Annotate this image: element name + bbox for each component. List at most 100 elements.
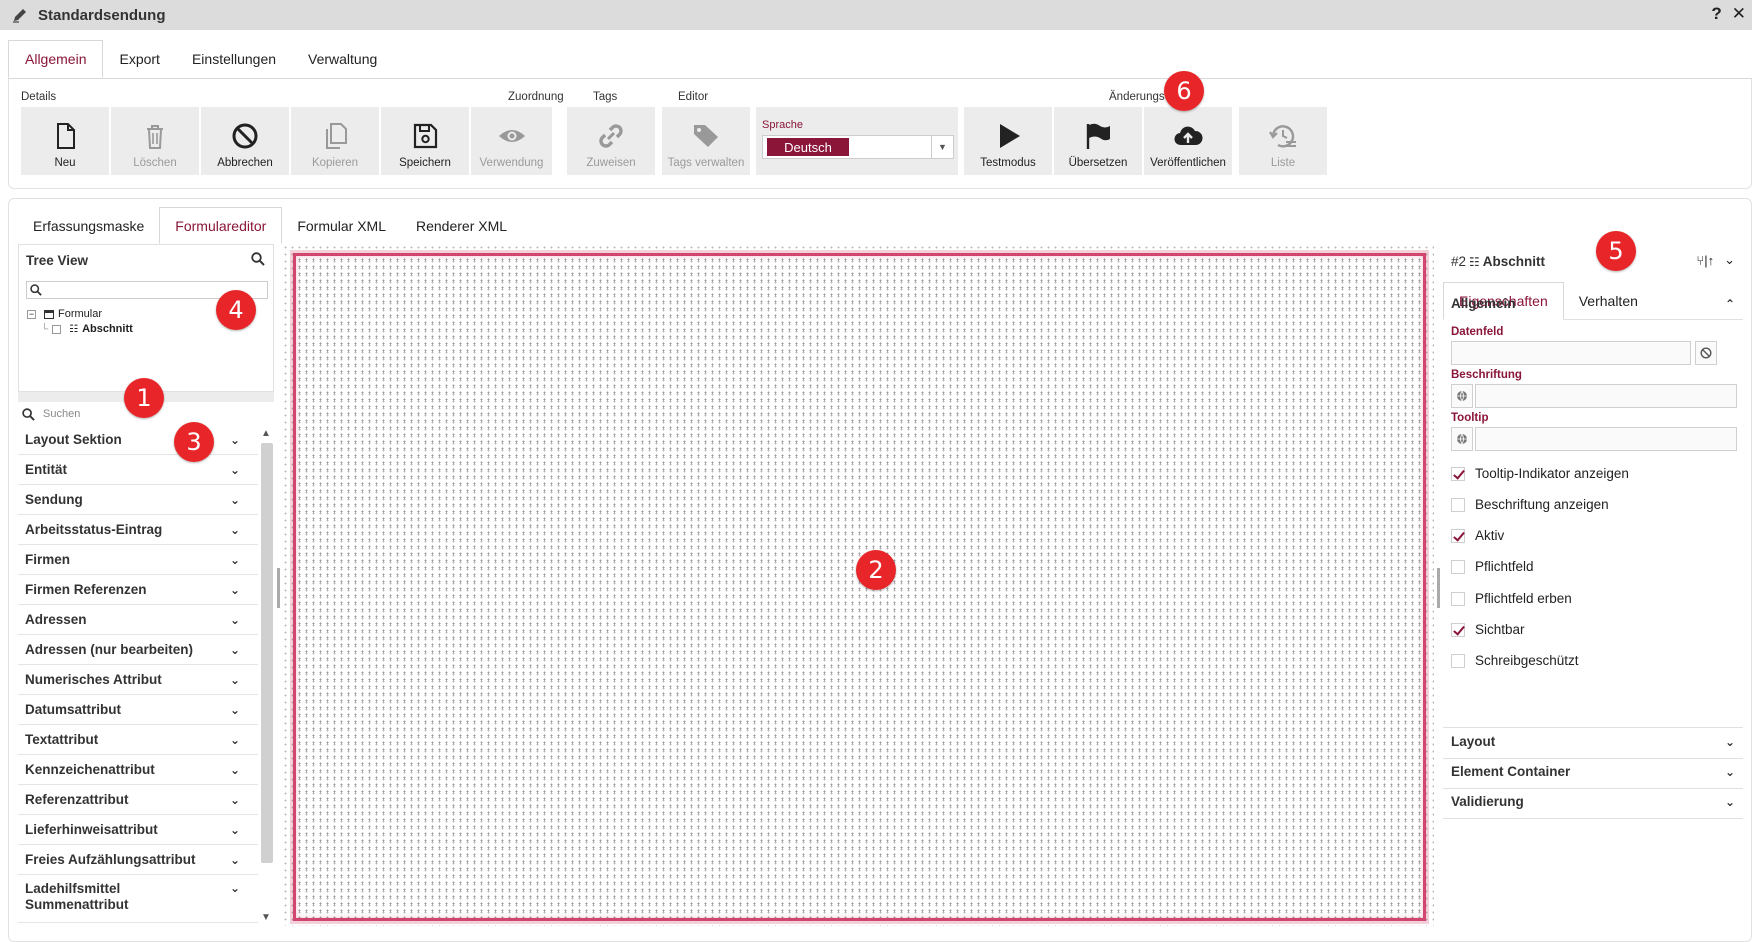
globe-icon[interactable] bbox=[1451, 427, 1473, 451]
palette-item[interactable]: Textattribut ⌄ bbox=[18, 725, 258, 755]
testmodus-button[interactable]: Testmodus bbox=[964, 107, 1053, 175]
palette-item[interactable]: Datumsattribut ⌄ bbox=[18, 695, 258, 725]
tree-node-abschnitt[interactable]: └ ☷ Abschnitt bbox=[41, 323, 133, 335]
collapse-icon[interactable]: − bbox=[27, 309, 36, 319]
tooltip-input[interactable] bbox=[1475, 427, 1737, 451]
palette-item[interactable]: Numerisches Attribut ⌄ bbox=[18, 665, 258, 695]
clear-icon[interactable] bbox=[1695, 341, 1717, 365]
tooltip-label: Tooltip bbox=[1451, 412, 1489, 424]
chevron-down-icon[interactable]: ▼ bbox=[261, 912, 271, 923]
chevron-down-icon: ⌄ bbox=[1724, 794, 1735, 809]
link-icon bbox=[599, 124, 623, 148]
chevron-down-icon[interactable]: ⌄ bbox=[1724, 252, 1735, 268]
left-resize-handle[interactable] bbox=[277, 568, 280, 608]
search-icon bbox=[30, 284, 42, 296]
palette-scrollbar[interactable]: ▲ ▼ bbox=[258, 425, 274, 925]
tab-allgemein[interactable]: Allgemein bbox=[8, 40, 104, 78]
globe-icon[interactable] bbox=[1451, 384, 1473, 408]
tree-node-formular[interactable]: − Formular bbox=[27, 308, 102, 320]
checkbox[interactable] bbox=[1451, 653, 1465, 668]
palette-item[interactable]: Adressen (nur bearbeiten) ⌄ bbox=[18, 635, 258, 665]
checkbox[interactable] bbox=[1451, 466, 1465, 481]
palette-item[interactable]: Kennzeichenattribut ⌄ bbox=[18, 755, 258, 785]
palette-item[interactable]: Freies Aufzählungsattribut ⌄ bbox=[18, 845, 258, 875]
sprache-value: Deutsch bbox=[767, 138, 849, 156]
palette-item[interactable]: Lieferhinweisattribut ⌄ bbox=[18, 815, 258, 845]
verwendung-button[interactable]: Verwendung bbox=[471, 107, 553, 175]
section-element-container[interactable]: Element Container ⌄ bbox=[1451, 764, 1735, 779]
section-divider bbox=[1443, 788, 1743, 789]
tab-formular-xml[interactable]: Formular XML bbox=[282, 207, 401, 244]
speichern-button[interactable]: Speichern bbox=[381, 107, 470, 175]
chevron-down-icon: ⌄ bbox=[229, 432, 240, 447]
tab-export[interactable]: Export bbox=[103, 40, 175, 78]
beschriftung-input[interactable] bbox=[1475, 384, 1737, 408]
checkbox-icon[interactable] bbox=[52, 324, 62, 334]
chevron-down-icon: ⌄ bbox=[1724, 764, 1735, 779]
liste-button[interactable]: Liste bbox=[1239, 107, 1328, 175]
help-icon[interactable]: ? bbox=[1711, 4, 1721, 24]
datenfeld-label: Datenfeld bbox=[1451, 326, 1504, 338]
branch-up-icon[interactable]: ⑂|↑ bbox=[1696, 253, 1714, 268]
chevron-down-icon: ⌄ bbox=[229, 852, 240, 867]
datenfeld-input[interactable] bbox=[1451, 341, 1691, 365]
element-palette: Layout Sektion ⌄ Entität ⌄ Sendung ⌄ Arbeit… bbox=[18, 425, 258, 925]
uebersetzen-button[interactable]: Übersetzen bbox=[1054, 107, 1143, 175]
properties-actions: ⑂|↑ ⌄ bbox=[1696, 252, 1735, 268]
tab-renderer-xml[interactable]: Renderer XML bbox=[401, 207, 522, 244]
group-label-details: Details bbox=[21, 91, 57, 103]
palette-item[interactable]: Ladehilfsmittel Summenattribut ⌄ bbox=[18, 875, 258, 923]
palette-item[interactable]: Layout Sektion ⌄ bbox=[18, 425, 258, 455]
group-label-tags: Tags bbox=[593, 91, 618, 103]
tab-einstellungen[interactable]: Einstellungen bbox=[176, 40, 292, 78]
checkbox-pflichtfeld[interactable]: Pflichtfeld bbox=[1451, 559, 1534, 574]
loeschen-button[interactable]: Löschen bbox=[111, 107, 200, 175]
section-allgemein[interactable]: Allgemein ⌃ bbox=[1451, 296, 1735, 311]
checkbox-aktiv[interactable]: Aktiv bbox=[1451, 528, 1504, 543]
element-type: Abschnitt bbox=[1482, 254, 1546, 269]
checkbox[interactable] bbox=[1451, 622, 1465, 637]
right-resize-handle[interactable] bbox=[1437, 568, 1440, 608]
palette-item[interactable]: Firmen ⌄ bbox=[18, 545, 258, 575]
form-section-canvas[interactable] bbox=[293, 253, 1426, 921]
kopieren-button[interactable]: Kopieren bbox=[291, 107, 380, 175]
section-layout[interactable]: Layout ⌄ bbox=[1451, 734, 1735, 749]
close-icon[interactable]: ✕ bbox=[1732, 4, 1746, 24]
chevron-down-icon: ⌄ bbox=[229, 702, 240, 717]
zuweisen-button[interactable]: Zuweisen bbox=[567, 107, 656, 175]
veroeffentlichen-button[interactable]: Veröffentlichen bbox=[1144, 107, 1233, 175]
tab-verwaltung[interactable]: Verwaltung bbox=[292, 40, 393, 78]
tab-erfassungsmaske[interactable]: Erfassungsmaske bbox=[18, 207, 159, 244]
chevron-down-icon[interactable]: ▼ bbox=[931, 136, 953, 158]
chevron-down-icon: ⌄ bbox=[229, 642, 240, 657]
search-icon[interactable] bbox=[251, 252, 265, 271]
checkbox-sichtbar[interactable]: Sichtbar bbox=[1451, 622, 1525, 637]
palette-item[interactable]: Entität ⌄ bbox=[18, 455, 258, 485]
checkbox-beschriftung-anzeigen[interactable]: Beschriftung anzeigen bbox=[1451, 497, 1609, 512]
sprache-select[interactable]: Deutsch ▼ bbox=[762, 135, 954, 159]
section-validierung[interactable]: Validierung ⌄ bbox=[1451, 794, 1735, 809]
eye-icon bbox=[498, 130, 525, 142]
abbrechen-button[interactable]: Abbrechen bbox=[201, 107, 290, 175]
checkbox[interactable] bbox=[1451, 559, 1465, 574]
palette-item[interactable]: Sendung ⌄ bbox=[18, 485, 258, 515]
palette-item[interactable]: Firmen Referenzen ⌄ bbox=[18, 575, 258, 605]
checkbox[interactable] bbox=[1451, 591, 1465, 606]
neu-button[interactable]: Neu bbox=[21, 107, 110, 175]
checkbox-schreibgeschuetzt[interactable]: Schreibgeschützt bbox=[1451, 653, 1579, 668]
play-icon bbox=[1000, 124, 1020, 148]
palette-item[interactable]: Arbeitsstatus-Eintrag ⌄ bbox=[18, 515, 258, 545]
checkbox[interactable] bbox=[1451, 528, 1465, 543]
palette-item[interactable]: Adressen ⌄ bbox=[18, 605, 258, 635]
chevron-down-icon: ⌄ bbox=[229, 762, 240, 777]
tab-formulareditor[interactable]: Formulareditor bbox=[159, 207, 283, 244]
section-divider bbox=[1443, 727, 1743, 728]
scrollbar-thumb[interactable] bbox=[261, 443, 273, 863]
palette-item[interactable]: Referenzattribut ⌄ bbox=[18, 785, 258, 815]
chevron-up-icon[interactable]: ▲ bbox=[261, 428, 271, 439]
checkbox[interactable] bbox=[1451, 497, 1465, 512]
new-document-icon bbox=[57, 123, 75, 149]
checkbox-tooltip-indikator[interactable]: Tooltip-Indikator anzeigen bbox=[1451, 466, 1629, 481]
tags-verwalten-button[interactable]: Tags verwalten bbox=[662, 107, 751, 175]
checkbox-pflichtfeld-erben[interactable]: Pflichtfeld erben bbox=[1451, 591, 1572, 606]
